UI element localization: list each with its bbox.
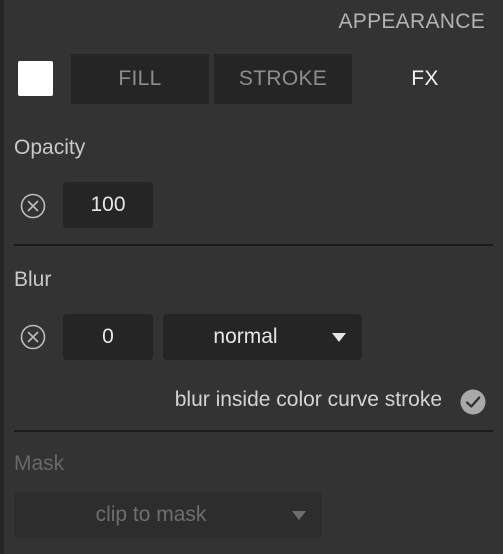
tab-fill[interactable]: FILL [71, 54, 209, 104]
panel-title: APPEARANCE [338, 10, 485, 33]
blur-mode-dropdown[interactable]: normal [163, 314, 362, 360]
blur-input[interactable]: 0 [63, 314, 153, 360]
divider [14, 244, 493, 246]
tab-stroke[interactable]: STROKE [214, 54, 352, 104]
blur-mode-value: normal [213, 325, 278, 348]
blur-inside-checkbox[interactable] [460, 389, 486, 415]
tab-fx[interactable]: FX [356, 54, 494, 104]
mask-mode-dropdown[interactable]: clip to mask [14, 492, 322, 538]
panel-left-edge [0, 0, 4, 554]
appearance-panel: APPEARANCE FILL STROKE FX Opacity 100 Bl… [0, 0, 503, 554]
blur-label: Blur [14, 268, 52, 291]
opacity-input[interactable]: 100 [63, 182, 153, 228]
blur-clear-icon[interactable] [20, 324, 46, 350]
blur-inside-label: blur inside color curve stroke [174, 388, 442, 411]
opacity-clear-icon[interactable] [20, 193, 46, 219]
mask-mode-value: clip to mask [95, 503, 207, 526]
chevron-down-icon [332, 333, 346, 342]
color-swatch[interactable] [18, 61, 53, 96]
divider [14, 430, 493, 432]
chevron-down-icon [292, 511, 306, 520]
mask-label: Mask [14, 452, 65, 475]
opacity-label: Opacity [14, 136, 86, 159]
